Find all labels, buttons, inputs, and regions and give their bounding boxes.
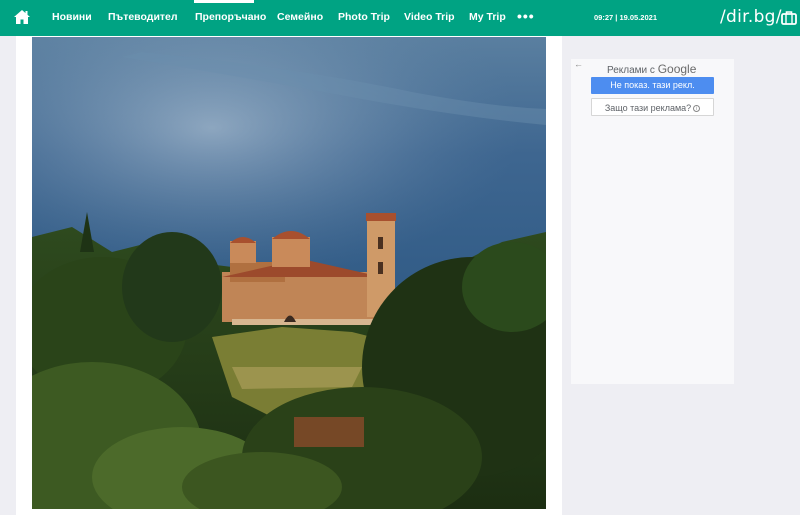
info-icon: i [693, 105, 701, 112]
ad-title: Реклами с Google [607, 62, 696, 76]
why-this-ad-button[interactable]: Защо тази реклама? i [591, 98, 714, 116]
nav-item-family[interactable]: Семейно [277, 11, 323, 23]
site-logo[interactable]: /dir.bg/ [720, 7, 782, 27]
back-arrow-icon[interactable]: ← [574, 59, 583, 69]
nav-item-my-trip[interactable]: My Trip [469, 11, 506, 23]
nav-item-guide[interactable]: Пътеводител [108, 11, 178, 23]
hide-ad-button[interactable]: Не показ. тази рекл. [591, 77, 714, 94]
why-this-ad-label: Защо тази реклама? [604, 103, 692, 113]
briefcase-icon[interactable] [781, 10, 797, 25]
nav-item-video-trip[interactable]: Video Trip [404, 11, 455, 23]
article-photo [32, 37, 546, 509]
ad-title-prefix: Реклами с [607, 65, 655, 76]
nav-item-recommended[interactable]: Препоръчано [195, 11, 266, 23]
active-tab-indicator [194, 0, 254, 3]
nav-item-photo-trip[interactable]: Photo Trip [338, 11, 390, 23]
more-menu-button[interactable]: ••• [517, 8, 535, 24]
home-icon[interactable] [13, 9, 31, 25]
date-time: 09:27 | 19.05.2021 [594, 13, 657, 22]
ad-panel: ← Реклами с Google Не показ. тази рекл. … [571, 59, 734, 384]
nav-item-news[interactable]: Новини [52, 11, 92, 23]
google-logo: Google [657, 62, 697, 76]
top-nav-bar: Новини Пътеводител Препоръчано Семейно P… [0, 0, 800, 36]
